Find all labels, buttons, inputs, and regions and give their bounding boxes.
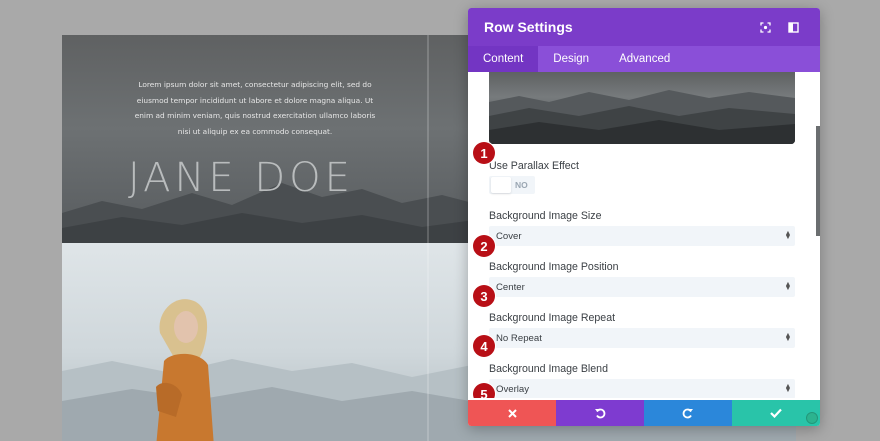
modal-footer (468, 400, 820, 426)
fullscreen-button[interactable] (754, 16, 776, 38)
scrollbar-thumb[interactable] (816, 126, 820, 236)
parallax-toggle[interactable]: NO (489, 176, 535, 194)
mountain-thumbnail-image (489, 90, 795, 144)
hero-paragraph: Lorem ipsum dolor sit amet, consectetur … (134, 80, 376, 136)
fullscreen-icon (759, 21, 771, 33)
modal-title: Row Settings (484, 19, 573, 35)
sidebar-layout-icon (787, 21, 799, 33)
check-icon (770, 408, 782, 418)
background-image-position-label: Background Image Position (489, 261, 619, 273)
background-image-size-label: Background Image Size (489, 210, 602, 222)
tab-content[interactable]: Content (468, 46, 539, 72)
select-arrows-icon: ▲ ▼ (784, 332, 792, 343)
select-value: No Repeat (496, 332, 542, 344)
undo-button[interactable] (556, 400, 644, 426)
toggle-knob (491, 177, 511, 193)
callout-badge-1: 1 (473, 142, 495, 164)
scrollbar[interactable] (816, 72, 820, 398)
background-image-blend-select[interactable]: Overlay ▲ ▼ (489, 379, 795, 398)
tab-design[interactable]: Design (538, 46, 604, 72)
background-image-preview[interactable] (489, 72, 795, 144)
parallax-label: Use Parallax Effect (489, 160, 579, 172)
background-image-repeat-label: Background Image Repeat (489, 312, 616, 324)
section-divider (427, 35, 429, 441)
select-value: Cover (496, 230, 522, 242)
select-arrows-icon: ▲ ▼ (784, 281, 792, 292)
callout-badge-5: 5 (473, 383, 495, 398)
select-arrows-icon: ▲ ▼ (784, 230, 792, 241)
close-icon (507, 408, 517, 418)
background-image-position-select[interactable]: Center ▲ ▼ (489, 277, 795, 297)
select-arrows-icon: ▲ ▼ (784, 383, 792, 394)
hero-title: JANE DOE (128, 155, 354, 201)
undo-icon (595, 408, 606, 419)
callout-badge-4: 4 (473, 335, 495, 357)
resize-handle[interactable] (806, 412, 818, 424)
tab-advanced[interactable]: Advanced (604, 46, 685, 72)
background-image-repeat-select[interactable]: No Repeat ▲ ▼ (489, 328, 795, 348)
background-image-size-select[interactable]: Cover ▲ ▼ (489, 226, 795, 246)
modal-body: Use Parallax Effect NO Background Image … (468, 72, 820, 398)
cancel-button[interactable] (468, 400, 556, 426)
callout-badge-2: 2 (473, 235, 495, 257)
modal-tabs: Content Design Advanced (468, 46, 820, 72)
split-view-button[interactable] (782, 16, 804, 38)
modal-header: Row Settings (468, 8, 820, 46)
redo-icon (682, 408, 693, 419)
callout-badge-3: 3 (473, 285, 495, 307)
select-value: Overlay (496, 383, 530, 395)
woman-portrait-image (156, 299, 214, 441)
row-settings-modal: Row Settings Content Design Advanced Use… (468, 8, 820, 426)
select-value: Center (496, 281, 525, 293)
background-image-blend-label: Background Image Blend (489, 363, 608, 375)
toggle-value: NO (515, 180, 528, 190)
redo-button[interactable] (644, 400, 732, 426)
